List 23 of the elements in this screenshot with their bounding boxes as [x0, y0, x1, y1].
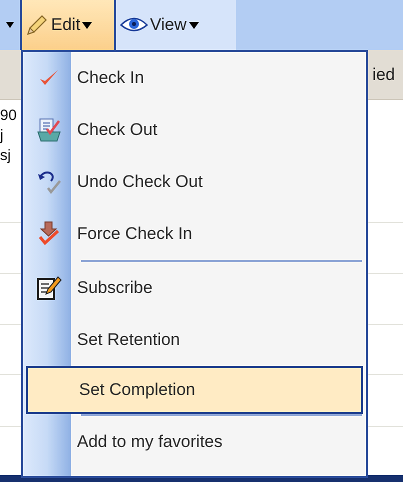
- menu-item[interactable]: Set Retention: [23, 314, 366, 366]
- menu-item[interactable]: Set Completion: [26, 366, 363, 414]
- eye-icon: [120, 16, 148, 34]
- menu-item[interactable]: Check Out: [23, 104, 366, 156]
- table-cell: j: [0, 126, 4, 146]
- caret-icon[interactable]: [6, 22, 14, 28]
- menu-item[interactable]: Subscribe: [23, 262, 366, 314]
- undo-check-icon: [36, 169, 62, 195]
- caret-icon: [82, 22, 92, 28]
- checklist-basket-icon: [36, 117, 62, 143]
- menu-item[interactable]: Check In: [23, 52, 366, 104]
- table-cell: 90: [0, 106, 17, 126]
- menu-item[interactable]: Force Check In: [23, 208, 366, 260]
- menu-item[interactable]: Add to my favorites: [23, 416, 366, 468]
- notepad-pencil-icon: [36, 274, 62, 302]
- table-cell: sj: [0, 146, 11, 166]
- toolbar-menu-button[interactable]: Edit: [20, 0, 116, 50]
- column-header: ied: [372, 64, 395, 86]
- pencil-icon: [25, 13, 49, 37]
- caret-icon: [188, 22, 199, 28]
- toolbar-menu-button[interactable]: View: [116, 0, 236, 50]
- arrow-check-icon: [36, 221, 62, 247]
- menu-item[interactable]: Undo Check Out: [23, 156, 366, 208]
